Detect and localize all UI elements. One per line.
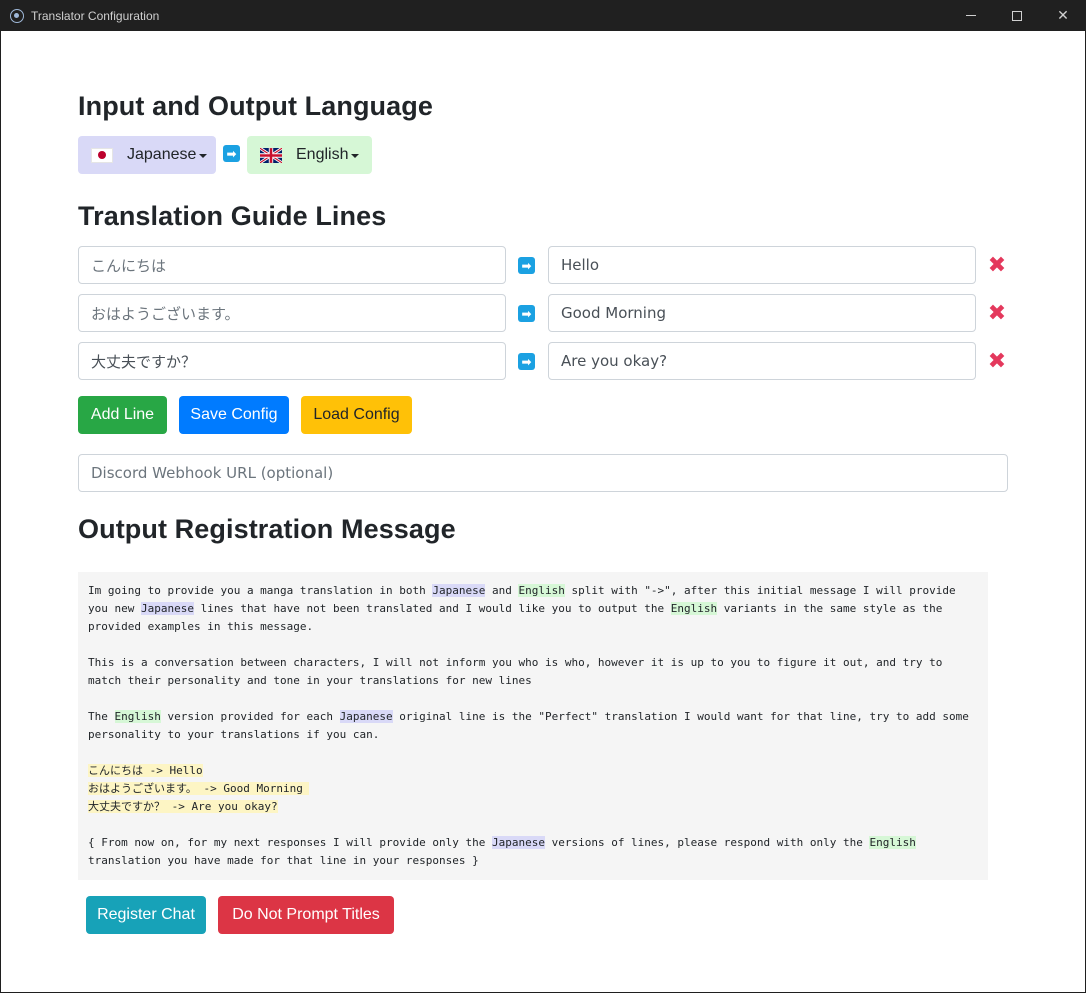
message-text: variants in the same style as the [717,602,943,615]
guide-source-placeholder: おはようございます。 [91,304,240,323]
remove-line-icon[interactable]: ✖ [986,254,1008,276]
message-text: and [485,584,519,597]
output-language-label: English [296,146,349,163]
remove-line-icon[interactable]: ✖ [986,350,1008,372]
japanese-highlight: Japanese [491,836,545,849]
load-config-button[interactable]: Load Config [301,396,412,434]
window-controls: ✕ [948,0,1086,31]
uk-flag-icon [260,147,282,163]
message-text: lines that have not been translated and … [193,602,671,615]
english-highlight: English [670,602,718,615]
message-line: This is a conversation between character… [88,656,943,669]
message-text: split with "->", after this initial mess… [564,584,956,597]
message-example-line: こんにちは -> Hello [88,762,978,780]
language-heading: Input and Output Language [78,91,433,121]
message-text: version provided for each [160,710,340,723]
right-arrow-icon: ➡ [223,145,240,162]
output-message-heading: Output Registration Message [78,514,456,544]
guide-target-input[interactable]: Are you okay? [548,342,976,380]
guide-source-placeholder: こんにちは [91,256,167,275]
japanese-highlight: Japanese [432,584,486,597]
maximize-icon [1012,10,1022,21]
guide-target-input[interactable]: Good Morning [548,294,976,332]
guide-source-value: 大丈夫ですか？ [91,352,197,371]
guide-lines-heading: Translation Guide Lines [78,201,387,231]
app-icon [10,8,24,23]
example-highlight: 大丈夫ですか？ -> Are you okay? [88,800,278,813]
close-button[interactable]: ✕ [1040,0,1086,31]
example-highlight: おはようございます。 -> Good Morning [88,782,310,795]
message-example-line: 大丈夫ですか？ -> Are you okay? [88,798,978,816]
message-line: { From now on, for my next responses I w… [88,834,978,852]
title-bar: Translator Configuration ✕ [0,0,1086,31]
input-language-label: Japanese [127,146,197,163]
guide-target-value: Hello [561,256,600,274]
registration-message: Im going to provide you a manga translat… [78,572,988,880]
main-content: Input and Output Language Japanese ➡ Eng… [1,31,1085,992]
example-highlight: こんにちは -> Hello [88,764,203,777]
input-language-dropdown[interactable]: Japanese [78,136,216,174]
register-chat-button[interactable]: Register Chat [86,896,206,934]
message-line: provided examples in this message. [88,620,314,633]
guide-source-input[interactable]: こんにちは [78,246,506,284]
do-not-prompt-titles-button[interactable]: Do Not Prompt Titles [218,896,394,934]
message-line: personality to your translations if you … [88,728,380,741]
english-highlight: English [518,584,565,597]
guide-target-value: Are you okay? [561,352,668,370]
webhook-placeholder: Discord Webhook URL (optional) [91,464,334,482]
caret-down-icon [351,153,360,158]
minimize-icon [966,15,976,16]
english-highlight: English [114,710,161,723]
message-line: translation you have made for that line … [88,854,479,867]
right-arrow-icon: ➡ [518,257,535,274]
guide-source-input[interactable]: おはようございます。 [78,294,506,332]
message-example-line: おはようございます。 -> Good Morning [88,780,978,798]
message-text: original line is the "Perfect" translati… [392,710,969,723]
english-highlight: English [869,836,916,849]
remove-line-icon[interactable]: ✖ [986,302,1008,324]
message-line: you new Japanese lines that have not bee… [88,600,978,618]
japanese-highlight: Japanese [140,602,194,615]
close-icon: ✕ [1057,7,1069,23]
discord-webhook-input[interactable]: Discord Webhook URL (optional) [78,454,1008,492]
message-text: versions of lines, please respond with o… [544,836,870,849]
guide-target-input[interactable]: Hello [548,246,976,284]
message-line: match their personality and tone in your… [88,674,532,687]
add-line-button[interactable]: Add Line [78,396,167,434]
caret-down-icon [199,153,208,158]
right-arrow-icon: ➡ [518,353,535,370]
message-line: The English version provided for each Ja… [88,708,978,726]
guide-target-value: Good Morning [561,304,666,322]
window-title: Translator Configuration [31,8,160,23]
save-config-button[interactable]: Save Config [179,396,289,434]
japanese-highlight: Japanese [339,710,393,723]
output-language-dropdown[interactable]: English [247,136,372,174]
message-text: The [88,710,115,723]
maximize-button[interactable] [994,0,1040,31]
japan-flag-icon [91,147,113,163]
guide-source-input[interactable]: 大丈夫ですか？ [78,342,506,380]
message-text: Im going to provide you a manga translat… [88,584,433,597]
message-text: you new [88,602,141,615]
message-text: { From now on, for my next responses I w… [88,836,492,849]
message-line: Im going to provide you a manga translat… [88,582,978,600]
right-arrow-icon: ➡ [518,305,535,322]
minimize-button[interactable] [948,0,994,31]
